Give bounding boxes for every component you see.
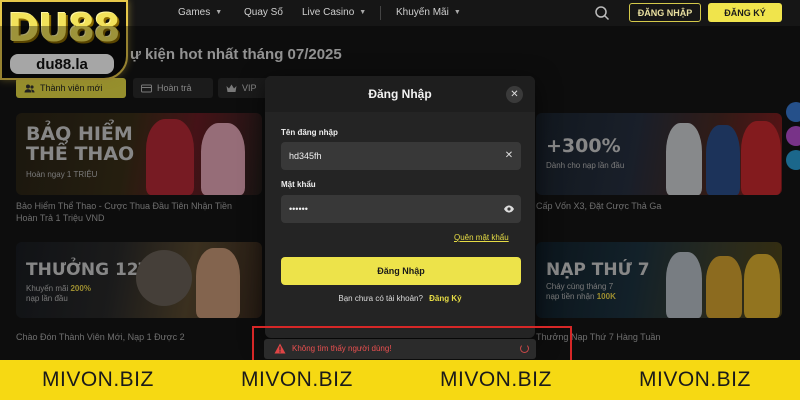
nav-divider: [380, 6, 381, 20]
spinner-icon: [520, 344, 529, 353]
register-link[interactable]: Đăng Ký: [429, 294, 461, 303]
chevron-down-icon: ▼: [215, 9, 223, 16]
nav-item-live-casino[interactable]: Live Casino ▼: [302, 7, 366, 18]
chevron-down-icon: ▼: [359, 9, 367, 16]
close-icon[interactable]: ✕: [506, 86, 523, 103]
password-label: Mật khẩu: [281, 180, 316, 189]
warning-icon: [274, 343, 286, 354]
chevron-down-icon: ▼: [453, 9, 461, 16]
password-field[interactable]: [281, 195, 521, 223]
watermark-text: MIVON.BIZ: [440, 368, 552, 391]
nav-item-quayso[interactable]: Quay Số: [244, 7, 283, 18]
watermark-text: MIVON.BIZ: [42, 368, 154, 391]
nav-quayso-label: Quay Số: [244, 7, 283, 18]
forgot-password-link[interactable]: Quên mật khẩu: [454, 233, 509, 242]
no-account-text: Bạn chưa có tài khoản?: [338, 294, 423, 303]
clear-icon[interactable]: ✕: [503, 150, 515, 162]
error-toast: Không tìm thấy người dùng!: [264, 339, 536, 359]
username-field[interactable]: ✕: [281, 142, 521, 170]
watermark-text: MIVON.BIZ: [241, 368, 353, 391]
modal-title: Đăng Nhập: [368, 87, 432, 101]
username-input[interactable]: [289, 149, 489, 163]
nav-item-games[interactable]: Games ▼: [178, 7, 222, 18]
password-input[interactable]: [289, 202, 489, 216]
error-message: Không tìm thấy người dùng!: [292, 344, 392, 353]
nav-item-khuyenmai[interactable]: Khuyến Mãi ▼: [396, 7, 461, 18]
login-submit-button[interactable]: Đăng Nhập: [281, 257, 521, 285]
header-register-button[interactable]: ĐĂNG KÝ: [708, 3, 782, 22]
nav-khuyenmai-label: Khuyến Mãi: [396, 7, 449, 18]
page: Games ▼ Quay Số Live Casino ▼ Khuyến Mãi…: [0, 0, 800, 400]
search-icon[interactable]: [594, 5, 610, 21]
nav-livecasino-label: Live Casino: [302, 7, 355, 18]
header-login-button[interactable]: ĐĂNG NHẬP: [629, 3, 701, 22]
nav-games-label: Games: [178, 7, 211, 18]
login-modal: Đăng Nhập ✕ Tên đăng nhập ✕ Mật khẩu Quê…: [265, 76, 535, 338]
eye-icon[interactable]: [503, 203, 515, 215]
no-account-row: Bạn chưa có tài khoản? Đăng Ký: [265, 294, 535, 303]
watermark-bar: MIVON.BIZ MIVON.BIZ MIVON.BIZ MIVON.BIZ: [0, 360, 800, 400]
username-label: Tên đăng nhập: [281, 128, 338, 137]
watermark-text: MIVON.BIZ: [639, 368, 751, 391]
